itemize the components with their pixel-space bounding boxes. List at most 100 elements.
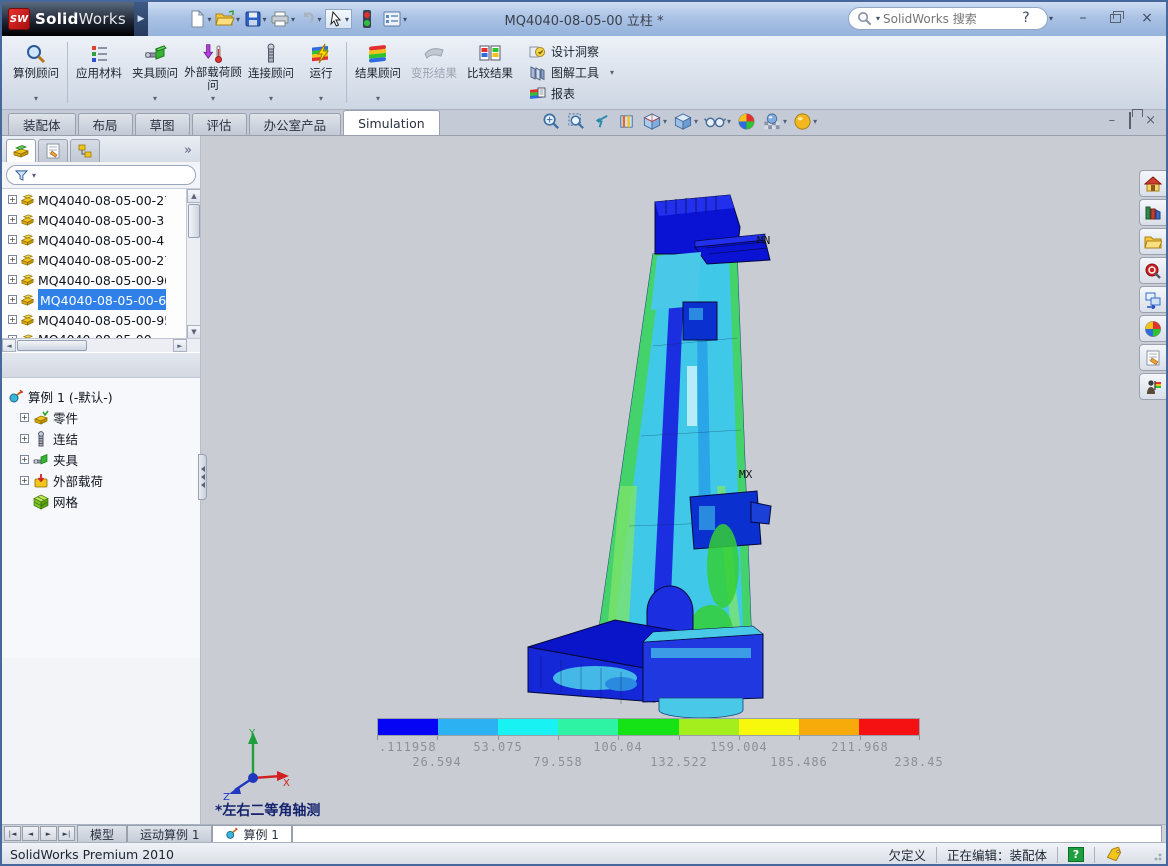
tag-icon[interactable]: [1105, 847, 1123, 863]
document-minimize-button[interactable]: –: [1109, 113, 1116, 128]
print-button[interactable]: ▾: [270, 7, 295, 31]
fixtures-advisor-button[interactable]: 夹具顾问 ▾: [128, 38, 182, 107]
tree-item[interactable]: +MQ4040-08-05-00: [2, 329, 200, 338]
panel-collapse-handle[interactable]: [198, 454, 207, 500]
study-item-connections[interactable]: + 连结: [2, 428, 200, 449]
tab-assembly[interactable]: 装配体: [8, 113, 76, 135]
expand-icon[interactable]: +: [8, 275, 17, 284]
tab-layout[interactable]: 布局: [78, 113, 133, 135]
tab-evaluate[interactable]: 评估: [192, 113, 247, 135]
menu-expand-arrow[interactable]: ▶: [134, 2, 148, 36]
panel-overflow-button[interactable]: »: [184, 143, 198, 162]
document-restore-button[interactable]: [1129, 113, 1131, 128]
expand-icon[interactable]: +: [20, 476, 29, 485]
section-view-button[interactable]: [617, 112, 636, 131]
appearances-scenes-button[interactable]: [1139, 315, 1166, 342]
view-palette-button[interactable]: [1139, 286, 1166, 313]
save-button[interactable]: ▾: [243, 7, 267, 31]
expand-icon[interactable]: +: [8, 215, 17, 224]
options-button[interactable]: ▾: [382, 7, 407, 31]
search-results-button[interactable]: [1139, 257, 1166, 284]
fea-result-model[interactable]: [501, 186, 831, 726]
tab-simulation[interactable]: Simulation: [343, 110, 440, 135]
new-document-button[interactable]: ▾: [188, 7, 212, 31]
tree-item[interactable]: +MQ4040-08-05-00-96 钢: [2, 269, 200, 289]
edit-appearance-button[interactable]: [737, 112, 756, 131]
scrollbar-thumb[interactable]: [17, 340, 87, 351]
solidworks-resources-button[interactable]: [1139, 170, 1166, 197]
tree-item[interactable]: +MQ4040-08-05-00-27 钢: [2, 249, 200, 269]
external-loads-advisor-button[interactable]: 外部载荷顾问 ▾: [184, 38, 242, 107]
interference-check-button[interactable]: [355, 7, 379, 31]
resize-grip[interactable]: [1149, 848, 1163, 862]
apply-scene-button[interactable]: ▾: [762, 112, 787, 131]
model-tab[interactable]: 模型: [77, 825, 127, 842]
graphics-viewport[interactable]: MN MX .111958: [201, 136, 1166, 824]
first-tab-button[interactable]: |◄: [4, 826, 21, 841]
expand-icon[interactable]: +: [8, 195, 17, 204]
scrollbar-thumb[interactable]: [188, 204, 200, 238]
tab-sketch[interactable]: 草图: [135, 113, 190, 135]
scroll-up-button[interactable]: ▲: [187, 189, 200, 203]
zoom-to-area-button[interactable]: [567, 112, 586, 131]
hide-show-items-button[interactable]: ▾: [704, 112, 731, 131]
display-style-button[interactable]: ▾: [673, 112, 698, 131]
document-close-button[interactable]: ×: [1145, 113, 1156, 128]
file-explorer-button[interactable]: [1139, 228, 1166, 255]
expand-icon[interactable]: +: [8, 255, 17, 264]
expand-icon[interactable]: +: [20, 455, 29, 464]
tree-item[interactable]: +MQ4040-08-05-00-27 钢: [2, 189, 200, 209]
configuration-manager-tab[interactable]: [70, 139, 100, 162]
apply-material-button[interactable]: 应用材料: [72, 38, 126, 107]
document-recovery-button[interactable]: [1139, 373, 1166, 400]
expand-icon[interactable]: +: [8, 295, 17, 304]
report-button[interactable]: 报表: [528, 85, 614, 102]
plot-tools-button[interactable]: 图解工具 ▾: [528, 64, 614, 81]
previous-view-button[interactable]: [592, 112, 611, 131]
minimize-button[interactable]: –: [1072, 8, 1094, 28]
last-tab-button[interactable]: ►|: [58, 826, 75, 841]
undo-button[interactable]: ▾: [298, 7, 322, 31]
scroll-down-button[interactable]: ▼: [187, 325, 200, 338]
tree-item[interactable]: +MQ4040-08-05-00-95 钢: [2, 309, 200, 329]
run-button[interactable]: 运行 ▾: [300, 38, 342, 107]
property-manager-tab[interactable]: [38, 139, 68, 162]
tab-office-products[interactable]: 办公室产品: [249, 113, 342, 135]
view-settings-button[interactable]: ▾: [793, 112, 817, 131]
study-item-mesh[interactable]: 网格: [2, 491, 200, 512]
connections-advisor-button[interactable]: 连接顾问 ▾: [244, 38, 298, 107]
search-scope-dropdown[interactable]: ▾: [876, 14, 880, 23]
scroll-left-button[interactable]: ◄: [2, 339, 16, 352]
study-root[interactable]: 算例 1 (-默认-): [2, 386, 200, 407]
tree-item-selected[interactable]: +MQ4040-08-05-00-61 钢: [2, 289, 200, 309]
compare-results-button[interactable]: 比较结果: [463, 38, 517, 107]
help-dropdown-arrow[interactable]: ▾: [1040, 8, 1062, 28]
expand-icon[interactable]: +: [8, 235, 17, 244]
open-document-button[interactable]: ▾: [215, 7, 240, 31]
tree-item[interactable]: +MQ4040-08-05-00-3 钢: [2, 209, 200, 229]
expand-icon[interactable]: +: [20, 413, 29, 422]
tree-horizontal-scrollbar[interactable]: ◄ ►: [2, 338, 200, 352]
close-button[interactable]: ×: [1136, 8, 1158, 28]
custom-properties-button[interactable]: [1139, 344, 1166, 371]
app-logo[interactable]: SW SolidWorks: [2, 2, 134, 36]
results-advisor-button[interactable]: 结果顾问 ▾: [351, 38, 405, 107]
next-tab-button[interactable]: ►: [40, 826, 57, 841]
tree-vertical-scrollbar[interactable]: ▲ ▼: [186, 189, 200, 338]
deformed-result-button[interactable]: 变形结果: [407, 38, 461, 107]
study-item-external-loads[interactable]: + 外部载荷: [2, 470, 200, 491]
study-tab[interactable]: 算例 1: [212, 825, 291, 842]
maximize-button[interactable]: [1104, 8, 1126, 28]
tree-filter-input[interactable]: ▾: [6, 165, 196, 185]
study-item-fixtures[interactable]: + 夹具: [2, 449, 200, 470]
scroll-right-button[interactable]: ►: [173, 339, 187, 352]
design-insight-button[interactable]: 设计洞察: [528, 43, 614, 60]
quick-tips-button[interactable]: ?: [1068, 847, 1084, 862]
expand-icon[interactable]: +: [8, 315, 17, 324]
design-library-button[interactable]: [1139, 199, 1166, 226]
select-tool-button[interactable]: ▾: [325, 9, 352, 29]
help-menu-button[interactable]: ?: [1015, 8, 1037, 28]
study-advisor-button[interactable]: 算例顾问 ▾: [9, 38, 63, 107]
expand-icon[interactable]: +: [20, 434, 29, 443]
panel-splitter[interactable]: [2, 352, 200, 378]
